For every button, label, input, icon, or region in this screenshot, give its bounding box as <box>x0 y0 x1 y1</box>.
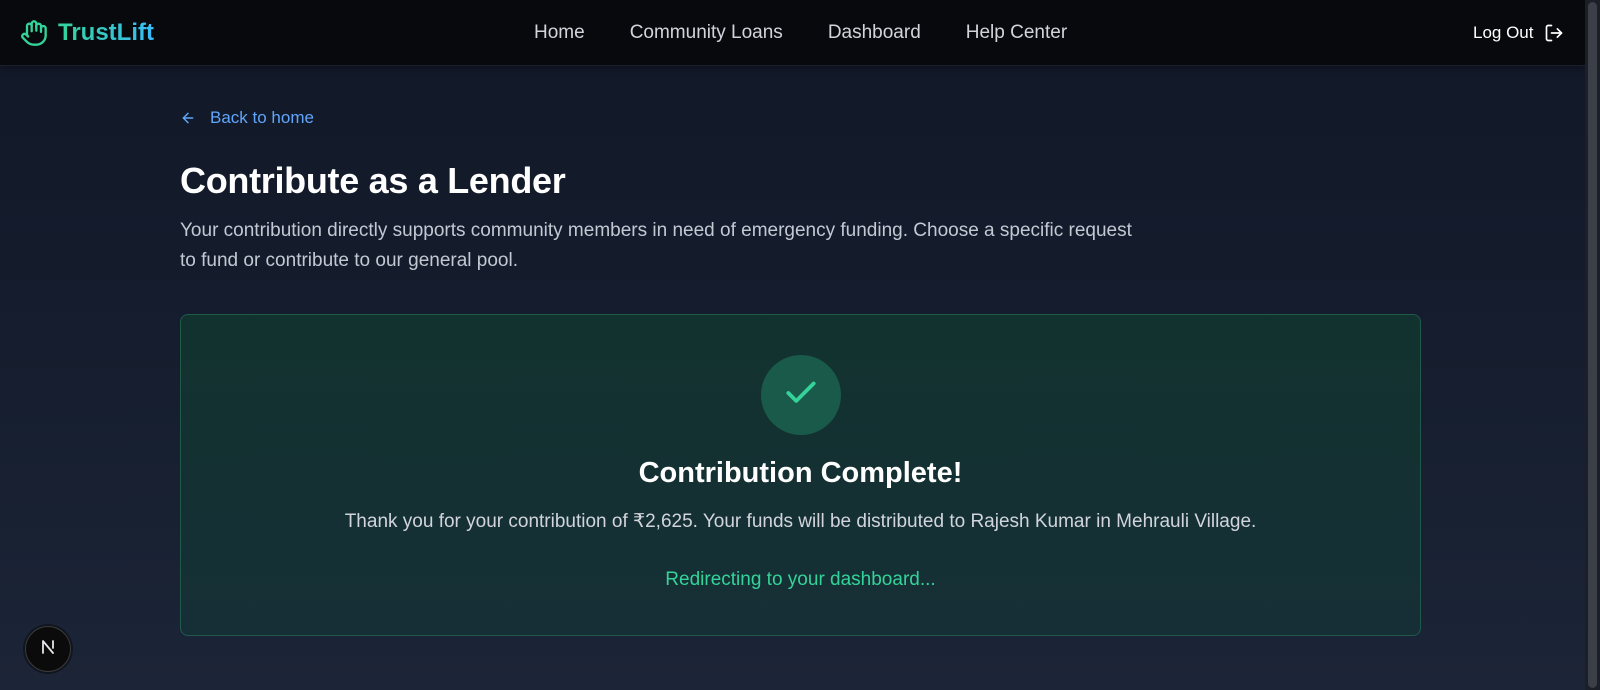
brand-name: TrustLift <box>58 19 154 46</box>
brand-logo-link[interactable]: TrustLift <box>20 15 154 51</box>
nav-link-community-loans[interactable]: Community Loans <box>630 22 783 44</box>
nextjs-icon <box>38 637 58 662</box>
success-title: Contribution Complete! <box>638 457 963 489</box>
nextjs-dev-badge[interactable] <box>25 626 71 672</box>
nav-link-dashboard[interactable]: Dashboard <box>828 22 921 44</box>
arrow-left-icon <box>180 109 198 127</box>
redirect-status: Redirecting to your dashboard... <box>665 569 936 590</box>
success-badge <box>761 355 841 435</box>
back-to-home-link[interactable]: Back to home <box>180 104 314 132</box>
check-icon <box>782 374 820 417</box>
nav-link-home[interactable]: Home <box>534 22 585 44</box>
scrollbar-thumb[interactable] <box>1588 2 1597 688</box>
logout-icon <box>1544 22 1566 44</box>
page-scrollbar[interactable] <box>1585 0 1600 690</box>
back-link-label: Back to home <box>210 108 314 127</box>
contribution-success-card: Contribution Complete! Thank you for you… <box>180 314 1421 636</box>
page-title: Contribute as a Lender <box>180 160 566 201</box>
nav-link-help-center[interactable]: Help Center <box>966 22 1067 44</box>
hand-icon <box>20 18 50 48</box>
page-description: Your contribution directly supports comm… <box>180 220 1132 271</box>
main-nav: Home Community Loans Dashboard Help Cent… <box>534 0 1067 66</box>
top-navbar: TrustLift Home Community Loans Dashboard… <box>0 0 1585 66</box>
logout-button[interactable]: Log Out <box>1473 0 1566 66</box>
success-message: Thank you for your contribution of ₹2,62… <box>344 511 1257 532</box>
logout-label: Log Out <box>1473 23 1534 42</box>
